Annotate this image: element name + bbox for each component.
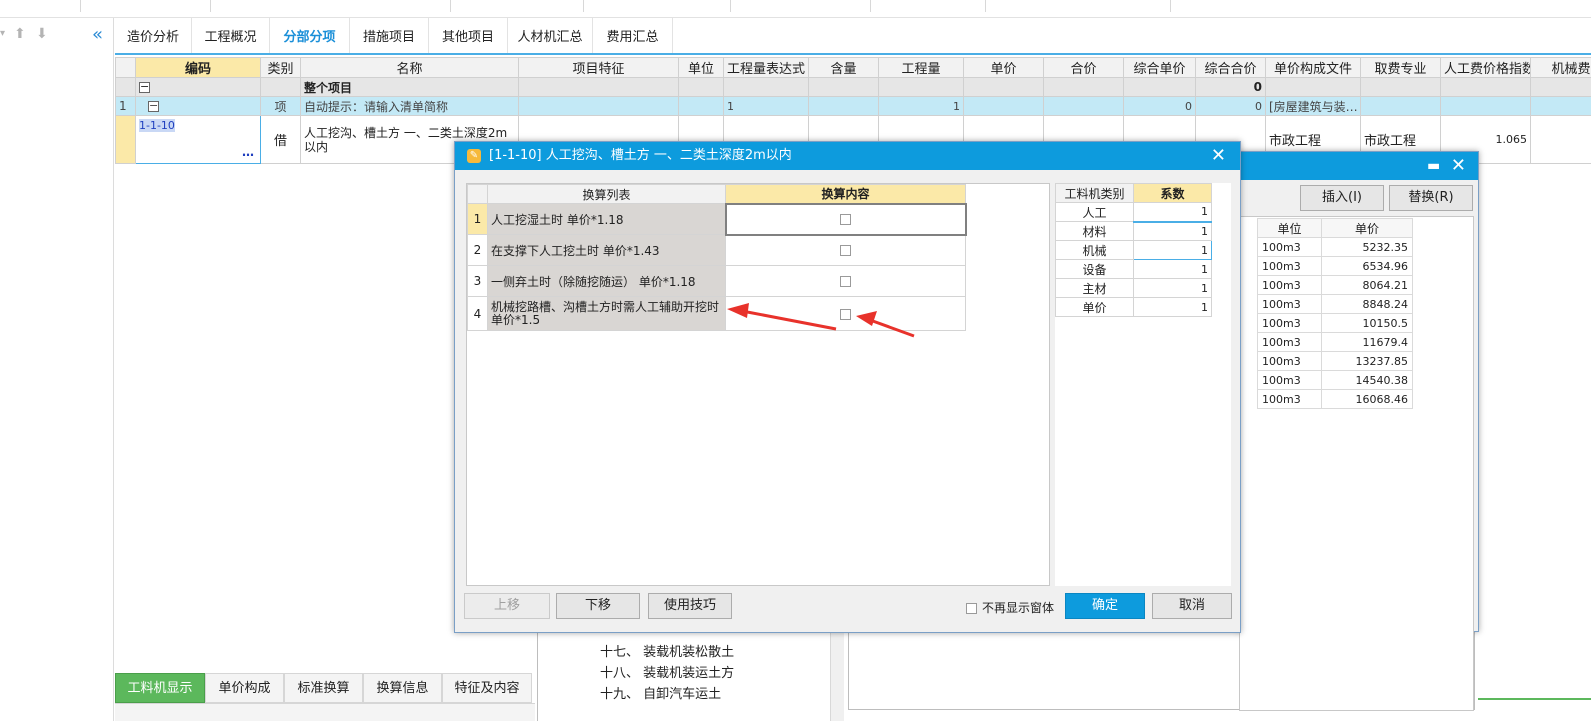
annotation-arrow bbox=[727, 303, 837, 331]
annotation-arrow bbox=[856, 311, 915, 338]
annotation-arrows bbox=[727, 303, 915, 338]
